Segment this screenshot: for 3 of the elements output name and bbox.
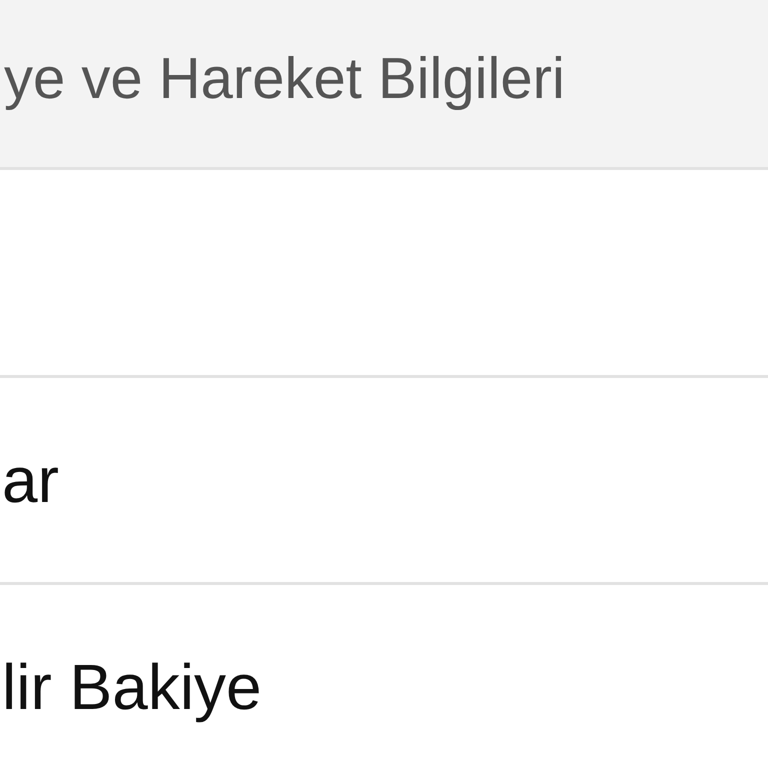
section-title: ye ve Hareket Bilgileri bbox=[4, 45, 565, 112]
list-item[interactable]: lir Bakiye bbox=[0, 585, 768, 768]
list-item[interactable]: ar bbox=[0, 378, 768, 585]
